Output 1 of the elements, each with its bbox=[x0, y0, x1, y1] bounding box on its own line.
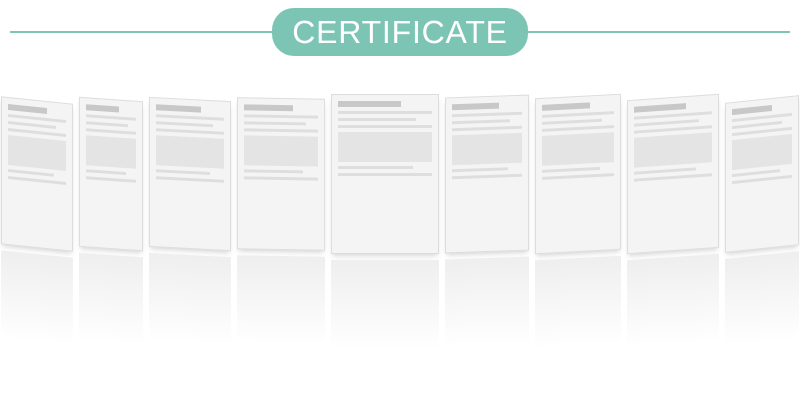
section-title: CERTIFICATE bbox=[272, 8, 528, 56]
